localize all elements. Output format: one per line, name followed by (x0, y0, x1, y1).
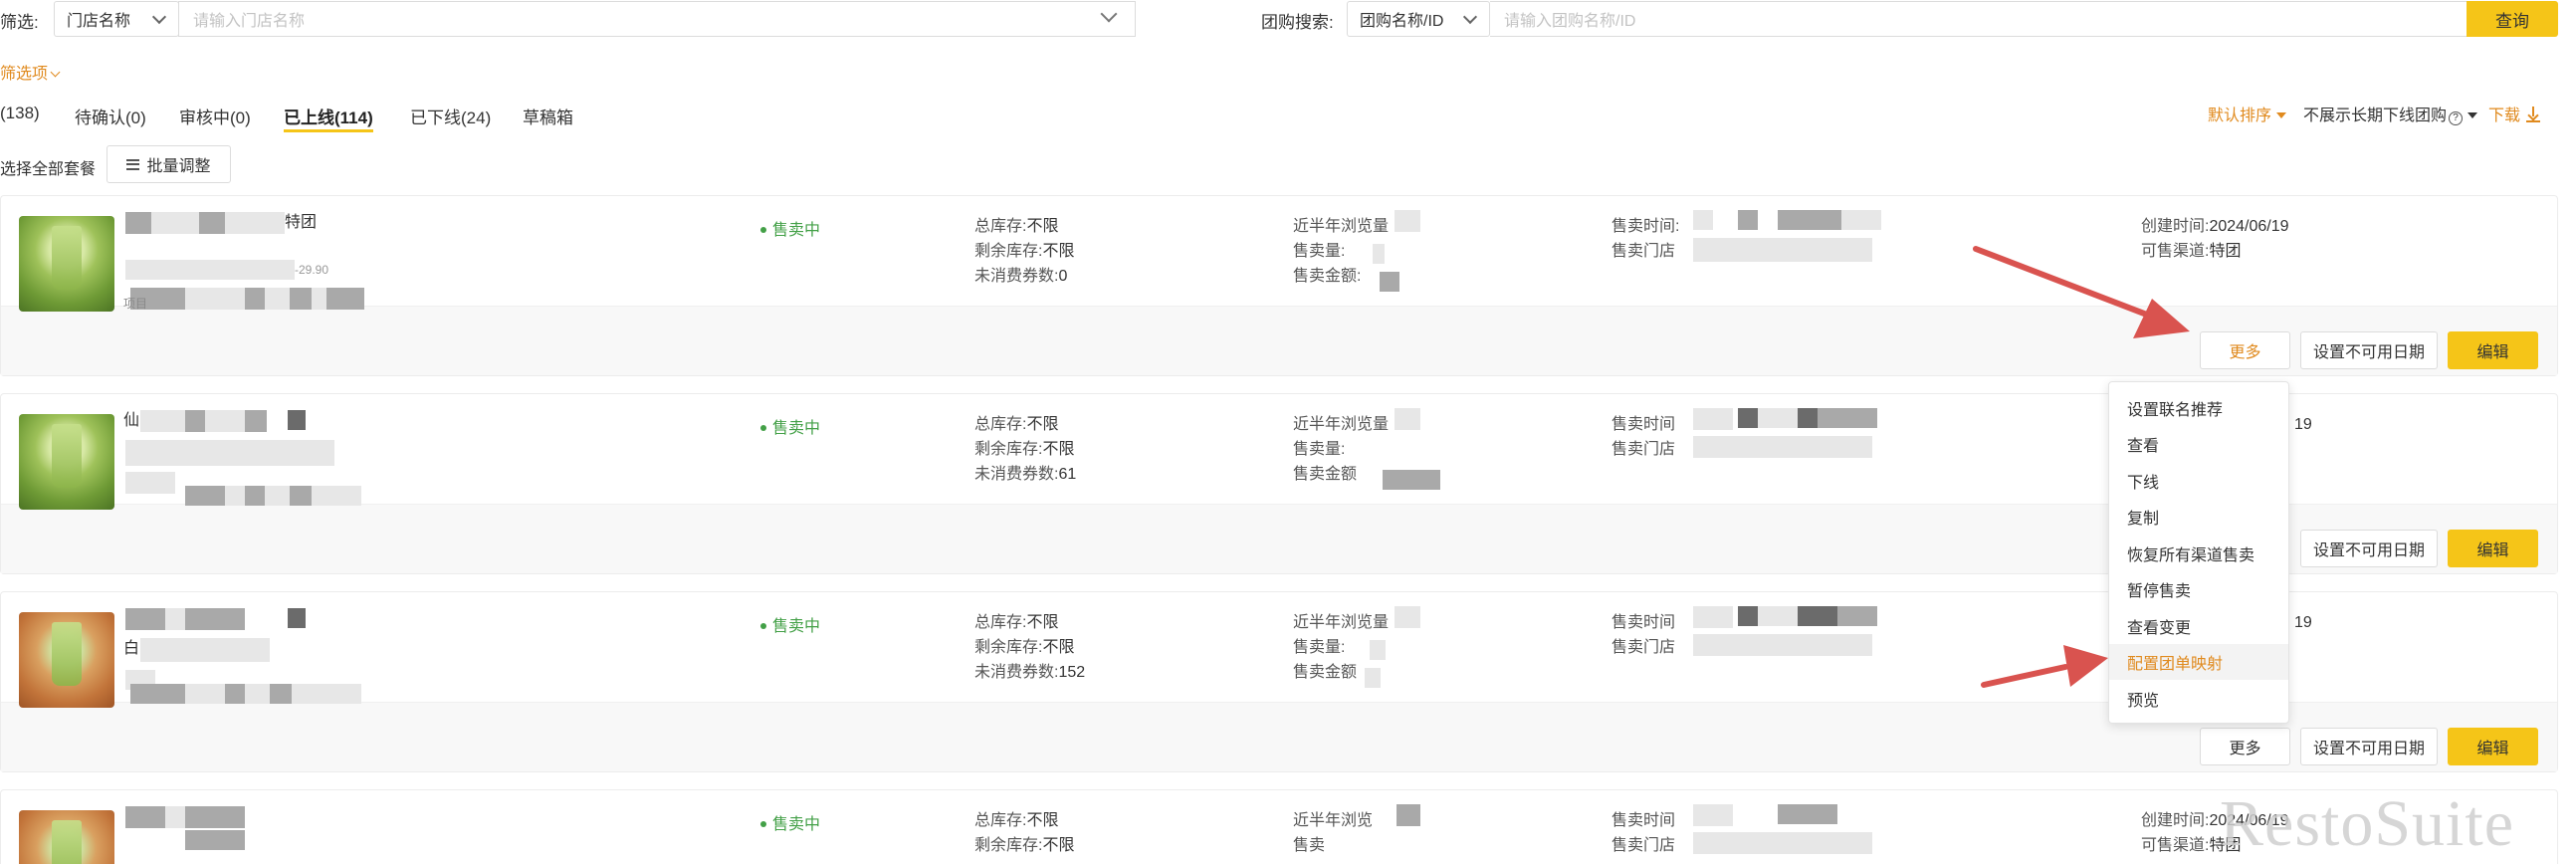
tab-online[interactable]: 已上线(114) (284, 104, 373, 128)
edit-button[interactable]: 编辑 (2448, 331, 2538, 369)
group-search-select-value: 团购名称/ID (1360, 13, 1444, 30)
created-date-fragment: 19 (2294, 416, 2312, 433)
package-title[interactable]: 白 (123, 636, 139, 661)
download-label: 下载 (2488, 108, 2521, 124)
group-search-input[interactable]: 请输入团购名称/ID (1490, 1, 2468, 37)
stock-info: 总库存:不限 剩余库存:不限 未消费券数:0 (974, 218, 1075, 285)
tab-reviewing[interactable]: 审核中(0) (179, 104, 251, 128)
download-button[interactable]: 下载 (2488, 102, 2541, 125)
stock-info: 总库存:不限 剩余库存:不限 (974, 812, 1075, 854)
created-date-fragment: 19 (2294, 614, 2312, 631)
menu-item-view-changes[interactable]: 查看变更 (2109, 608, 2288, 644)
set-unavailable-dates-button[interactable]: 设置不可用日期 (2300, 331, 2438, 369)
tab-offline[interactable]: 已下线(24) (410, 104, 491, 128)
menu-item-copy[interactable]: 复制 (2109, 499, 2288, 535)
chevron-down-icon (1462, 9, 1478, 25)
more-filters-label: 筛选项 (0, 66, 49, 83)
more-button[interactable]: 更多 (2200, 331, 2290, 369)
product-image (19, 414, 114, 510)
store-filter-select-value: 门店名称 (67, 13, 131, 30)
stock-info: 总库存:不限 剩余库存:不限 未消费券数:61 (974, 416, 1077, 483)
download-icon (2526, 107, 2541, 122)
menu-item-preview[interactable]: 预览 (2109, 681, 2288, 717)
set-unavailable-dates-button[interactable]: 设置不可用日期 (2300, 728, 2438, 765)
tab-pending[interactable]: 待确认(0) (75, 104, 146, 128)
store-search-input[interactable]: 请输入门店名称 (178, 1, 1136, 37)
query-button[interactable]: 查询 (2467, 1, 2558, 37)
status-badge: 售卖中 (760, 414, 820, 438)
stock-info: 总库存:不限 剩余库存:不限 未消费券数:152 (974, 614, 1086, 681)
menu-item-view[interactable]: 查看 (2109, 426, 2288, 462)
list-icon (126, 158, 140, 170)
edit-button[interactable]: 编辑 (2448, 728, 2538, 765)
sale-info: 售卖时间 售卖门店 (1611, 416, 1676, 458)
sort-dropdown[interactable]: 默认排序 (2208, 102, 2287, 125)
status-badge: 售卖中 (760, 810, 820, 834)
hide-offline-label: 不展示长期下线团购 (2303, 108, 2448, 124)
package-price: -29.90 (295, 263, 329, 277)
more-actions-menu: 设置联名推荐 查看 下线 复制 恢复所有渠道售卖 暂停售卖 查看变更 配置团单映… (2108, 381, 2289, 724)
package-title[interactable]: 特团 (285, 210, 317, 235)
sales-stats: 近半年浏览量 售卖量: 售卖金额 (1293, 416, 1390, 483)
edit-button[interactable]: 编辑 (2448, 530, 2538, 567)
group-search-select[interactable]: 团购名称/ID (1347, 1, 1490, 37)
tab-drafts[interactable]: 草稿箱 (523, 104, 573, 128)
menu-item-configure-mapping[interactable]: 配置团单映射 (2109, 644, 2288, 680)
sale-info: 售卖时间 售卖门店 (1611, 812, 1676, 854)
menu-item-pause-sale[interactable]: 暂停售卖 (2109, 571, 2288, 607)
package-card: 特团 -29.90 项目 售卖中 总库存:不限 剩余库存:不限 未消费券数:0 … (0, 195, 2558, 376)
chevron-down-icon (50, 67, 61, 78)
package-items: 项目 (123, 297, 148, 311)
status-badge: 售卖中 (760, 612, 820, 636)
product-image (19, 216, 114, 312)
select-all-label[interactable]: 选择全部套餐 (0, 155, 96, 179)
sale-info: 售卖时间 售卖门店 (1611, 614, 1676, 656)
status-badge: 售卖中 (760, 216, 820, 240)
package-card: 售卖中 总库存:不限 剩余库存:不限 近半年浏览 售卖 售卖时间 售卖门店 创建… (0, 789, 2558, 864)
package-title[interactable]: 仙 (123, 408, 139, 433)
sort-label: 默认排序 (2208, 108, 2272, 124)
watermark: RestoSuite (2220, 787, 2515, 860)
package-meta: 创建时间:2024/06/19 可售渠道:特团 (2141, 218, 2289, 260)
tab-all[interactable]: (138) (0, 104, 40, 123)
product-image (19, 612, 114, 708)
batch-adjust-label: 批量调整 (146, 158, 211, 175)
card-footer (1, 306, 2557, 375)
sales-stats: 近半年浏览 售卖 (1293, 812, 1374, 854)
group-search-label: 团购搜索: (1261, 13, 1334, 32)
more-filters-toggle[interactable]: 筛选项 (0, 60, 61, 84)
store-filter-select[interactable]: 门店名称 (54, 1, 179, 37)
more-button[interactable]: 更多 (2200, 728, 2290, 765)
set-unavailable-dates-button[interactable]: 设置不可用日期 (2300, 530, 2438, 567)
menu-item-take-offline[interactable]: 下线 (2109, 463, 2288, 499)
filter-label: 筛选: (0, 13, 39, 32)
batch-adjust-button[interactable]: 批量调整 (107, 145, 231, 183)
caret-down-icon (2468, 112, 2478, 118)
help-icon[interactable]: ? (2449, 111, 2464, 125)
hide-offline-dropdown[interactable]: 不展示长期下线团购? (2303, 102, 2478, 125)
chevron-down-icon (151, 9, 167, 25)
sale-info: 售卖时间: 售卖门店 (1611, 218, 1680, 260)
menu-item-cobrand-recommend[interactable]: 设置联名推荐 (2109, 390, 2288, 426)
menu-item-restore-channels[interactable]: 恢复所有渠道售卖 (2109, 536, 2288, 571)
active-tab-indicator (284, 129, 373, 132)
caret-down-icon (2276, 112, 2287, 118)
product-image (19, 810, 114, 864)
